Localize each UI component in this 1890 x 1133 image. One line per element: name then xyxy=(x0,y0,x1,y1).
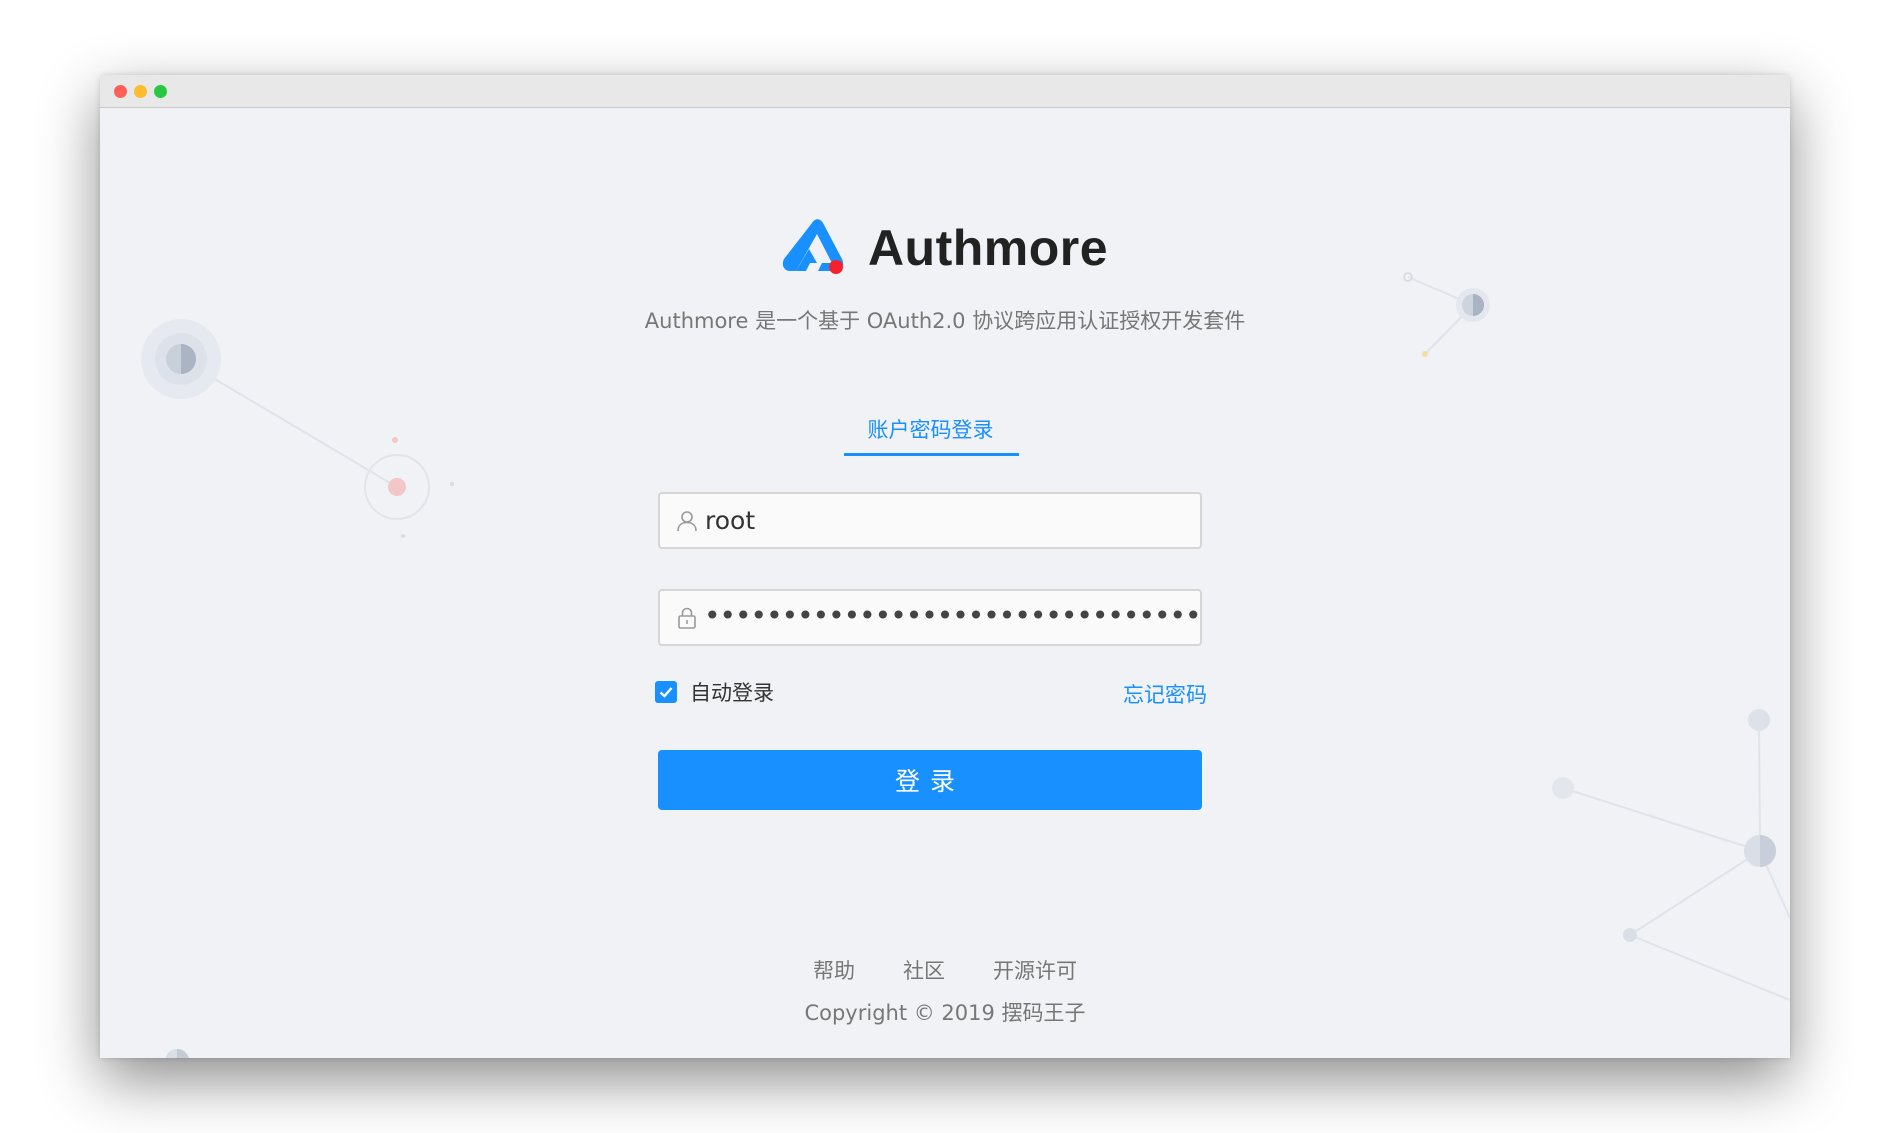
zoom-window-button[interactable] xyxy=(154,85,167,98)
brand-header: Authmore xyxy=(100,219,1790,277)
checkmark-icon xyxy=(659,687,673,698)
footer-link-help[interactable]: 帮助 xyxy=(813,955,855,985)
lock-icon xyxy=(678,607,696,629)
authmore-logo-icon xyxy=(782,219,844,274)
footer-link-community[interactable]: 社区 xyxy=(903,955,945,985)
auto-login-option[interactable]: 自动登录 xyxy=(655,677,774,707)
tab-account-password-login[interactable]: 账户密码登录 xyxy=(843,414,1018,444)
password-masked-value: •••••••••••••••••••••••••••••••• xyxy=(704,599,1201,632)
active-tab-indicator xyxy=(844,453,1019,456)
username-value: root xyxy=(705,506,756,535)
title-bar xyxy=(100,75,1790,108)
footer-links: 帮助 社区 开源许可 xyxy=(100,955,1790,985)
username-input[interactable]: root xyxy=(658,492,1202,549)
login-page: Authmore Authmore 是一个基于 OAuth2.0 协议跨应用认证… xyxy=(100,108,1790,1058)
password-input[interactable]: •••••••••••••••••••••••••••••••• xyxy=(658,589,1202,646)
close-window-button[interactable] xyxy=(114,85,127,98)
brand-subtitle: Authmore 是一个基于 OAuth2.0 协议跨应用认证授权开发套件 xyxy=(644,309,1246,333)
login-button[interactable]: 登录 xyxy=(658,750,1202,810)
user-icon xyxy=(677,511,697,532)
auto-login-label: 自动登录 xyxy=(690,681,774,705)
brand-name: Authmore xyxy=(867,220,1109,276)
auto-login-checkbox[interactable] xyxy=(655,681,677,703)
forgot-password-link[interactable]: 忘记密码 xyxy=(1123,679,1207,709)
app-window: Authmore Authmore 是一个基于 OAuth2.0 协议跨应用认证… xyxy=(100,75,1790,1058)
copyright-text: Copyright © 2019 摆码王子 xyxy=(804,1001,1086,1025)
footer-link-license[interactable]: 开源许可 xyxy=(993,955,1077,985)
minimize-window-button[interactable] xyxy=(134,85,147,98)
